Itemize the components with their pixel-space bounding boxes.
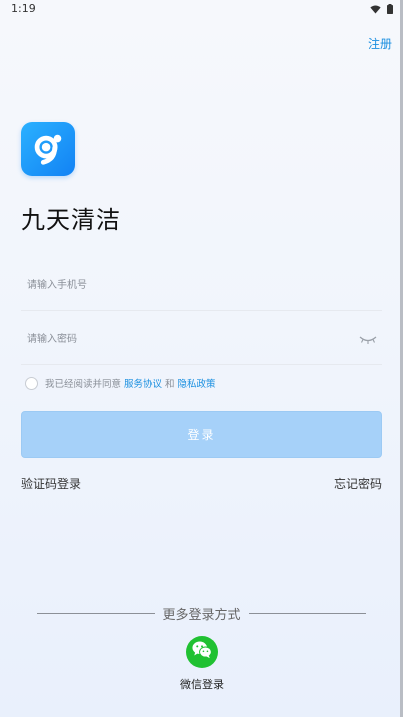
agreement-checkbox[interactable] (25, 376, 38, 390)
app-title: 九天清洁 (21, 206, 121, 234)
wechat-login-button[interactable] (186, 636, 218, 668)
password-field (21, 320, 382, 365)
agreement-joiner: 和 (165, 379, 175, 390)
status-time: 1:19 (11, 2, 36, 15)
wifi-icon (370, 4, 381, 14)
password-input[interactable] (27, 328, 347, 350)
more-login-title: 更多登录方式 (162, 608, 241, 623)
phone-input[interactable] (27, 274, 347, 296)
divider-line-left (37, 613, 155, 614)
agreement-row: 我已经阅读并同意 服务协议 和 隐私政策 (25, 376, 219, 390)
register-link[interactable]: 注册 (368, 35, 392, 52)
battery-icon (387, 4, 393, 14)
wechat-login-label[interactable]: 微信登录 (170, 676, 234, 692)
more-login-divider: 更多登录方式 (37, 604, 367, 623)
wechat-icon (191, 640, 213, 664)
sms-login-link[interactable]: 验证码登录 (21, 475, 81, 492)
status-icons (370, 4, 393, 14)
service-agreement-link[interactable]: 服务协议 (124, 376, 162, 390)
login-button[interactable]: 登录 (21, 411, 382, 458)
eye-closed-icon[interactable] (358, 332, 378, 346)
status-bar: 1:19 (0, 0, 403, 20)
forgot-password-link[interactable]: 忘记密码 (334, 475, 382, 492)
agreement-prefix: 我已经阅读并同意 (45, 379, 122, 390)
app-logo-icon (21, 122, 75, 176)
divider-line-right (248, 613, 367, 614)
privacy-policy-link[interactable]: 隐私政策 (178, 376, 216, 390)
phone-field (21, 266, 382, 311)
